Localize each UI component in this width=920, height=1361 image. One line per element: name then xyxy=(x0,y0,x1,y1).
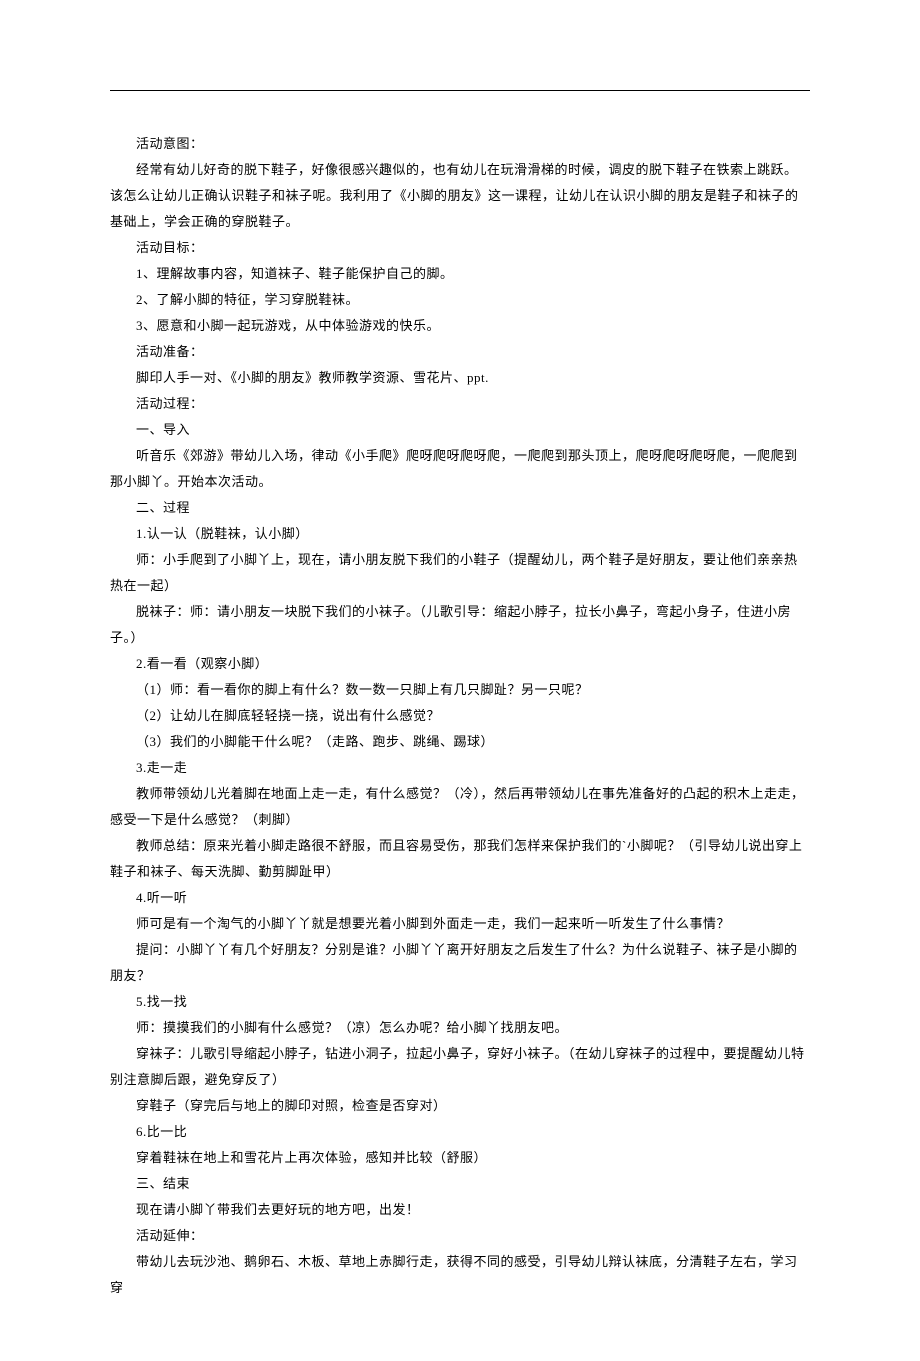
paragraph: 6.比一比 xyxy=(110,1119,810,1145)
paragraph: 2.看一看（观察小脚） xyxy=(110,651,810,677)
paragraph: 师：小手爬到了小脚丫上，现在，请小朋友脱下我们的小鞋子（提醒幼儿，两个鞋子是好朋… xyxy=(110,547,810,599)
paragraph: 2、了解小脚的特征，学习穿脱鞋袜。 xyxy=(110,287,810,313)
top-rule xyxy=(110,90,810,91)
paragraph: 三、结束 xyxy=(110,1171,810,1197)
paragraph: 师可是有一个淘气的小脚丫丫就是想要光着小脚到外面走一走，我们一起来听一听发生了什… xyxy=(110,911,810,937)
paragraph: 活动目标： xyxy=(110,235,810,261)
paragraph: 1、理解故事内容，知道袜子、鞋子能保护自己的脚。 xyxy=(110,261,810,287)
paragraph: 4.听一听 xyxy=(110,885,810,911)
paragraph: 活动意图： xyxy=(110,131,810,157)
paragraph: 一、导入 xyxy=(110,417,810,443)
paragraph: 带幼儿去玩沙池、鹅卵石、木板、草地上赤脚行走，获得不同的感受，引导幼儿辩认袜底，… xyxy=(110,1249,810,1301)
paragraph: 1.认一认（脱鞋袜，认小脚） xyxy=(110,521,810,547)
paragraph: 二、过程 xyxy=(110,495,810,521)
paragraph: 穿袜子：儿歌引导缩起小脖子，钻进小洞子，拉起小鼻子，穿好小袜子。（在幼儿穿袜子的… xyxy=(110,1041,810,1093)
paragraph: 脱袜子：师：请小朋友一块脱下我们的小袜子。（儿歌引导：缩起小脖子，拉长小鼻子，弯… xyxy=(110,599,810,651)
paragraph: 穿鞋子（穿完后与地上的脚印对照，检查是否穿对） xyxy=(110,1093,810,1119)
paragraph: 5.找一找 xyxy=(110,989,810,1015)
paragraph: 活动过程： xyxy=(110,391,810,417)
document-body: 活动意图：经常有幼儿好奇的脱下鞋子，好像很感兴趣似的，也有幼儿在玩滑滑梯的时候，… xyxy=(110,131,810,1301)
paragraph: （2）让幼儿在脚底轻轻挠一挠，说出有什么感觉？ xyxy=(110,703,810,729)
paragraph: 听音乐《郊游》带幼儿入场，律动《小手爬》爬呀爬呀爬呀爬，一爬爬到那头顶上，爬呀爬… xyxy=(110,443,810,495)
document-page: 活动意图：经常有幼儿好奇的脱下鞋子，好像很感兴趣似的，也有幼儿在玩滑滑梯的时候，… xyxy=(0,0,920,1361)
paragraph: 提问：小脚丫丫有几个好朋友？分别是谁？小脚丫丫离开好朋友之后发生了什么？为什么说… xyxy=(110,937,810,989)
paragraph: 教师带领幼儿光着脚在地面上走一走，有什么感觉？（冷），然后再带领幼儿在事先准备好… xyxy=(110,781,810,833)
paragraph: （3）我们的小脚能干什么呢？（走路、跑步、跳绳、踢球） xyxy=(110,729,810,755)
paragraph: 现在请小脚丫带我们去更好玩的地方吧，出发！ xyxy=(110,1197,810,1223)
paragraph: 脚印人手一对、《小脚的朋友》教师教学资源、雪花片、ppt. xyxy=(110,365,810,391)
paragraph: 教师总结：原来光着小脚走路很不舒服，而且容易受伤，那我们怎样来保护我们的`小脚呢… xyxy=(110,833,810,885)
paragraph: 活动延伸： xyxy=(110,1223,810,1249)
paragraph: 穿着鞋袜在地上和雪花片上再次体验，感知并比较（舒服） xyxy=(110,1145,810,1171)
paragraph: 经常有幼儿好奇的脱下鞋子，好像很感兴趣似的，也有幼儿在玩滑滑梯的时候，调皮的脱下… xyxy=(110,157,810,235)
paragraph: 活动准备： xyxy=(110,339,810,365)
paragraph: 3、愿意和小脚一起玩游戏，从中体验游戏的快乐。 xyxy=(110,313,810,339)
paragraph: （1）师：看一看你的脚上有什么？数一数一只脚上有几只脚趾？另一只呢？ xyxy=(110,677,810,703)
paragraph: 3.走一走 xyxy=(110,755,810,781)
paragraph: 师：摸摸我们的小脚有什么感觉？（凉）怎么办呢？给小脚丫找朋友吧。 xyxy=(110,1015,810,1041)
